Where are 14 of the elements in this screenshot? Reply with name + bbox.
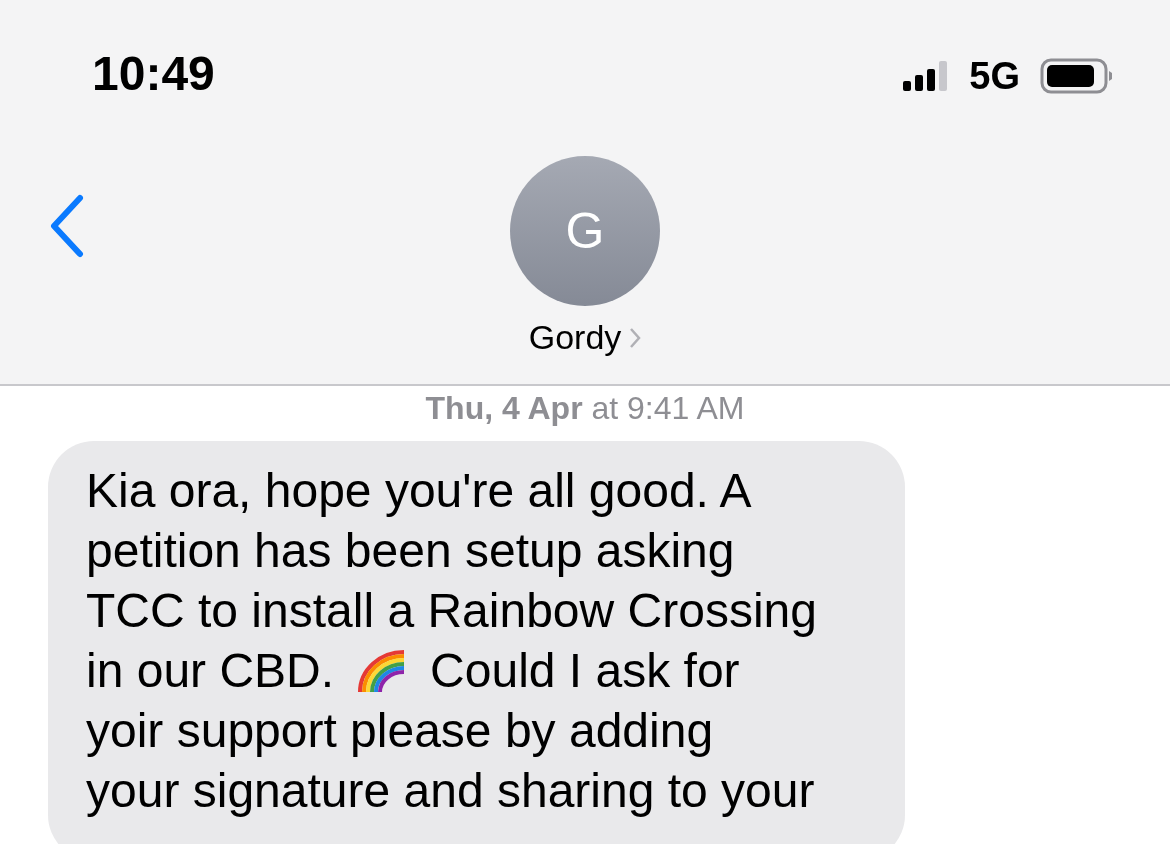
battery-icon: [1040, 58, 1112, 94]
status-time: 10:49: [92, 46, 215, 102]
message-text: petition has been setup asking: [86, 523, 735, 579]
message-text: Could I ask for: [430, 643, 740, 699]
network-label: 5G: [969, 54, 1020, 98]
message-text: in our CBD.: [86, 643, 335, 699]
chevron-icon: [629, 326, 642, 349]
message-text: yoir support please by adding: [86, 703, 714, 759]
contact-name[interactable]: Gordy: [528, 318, 642, 357]
message-text: your signature and sharing to your: [86, 763, 815, 819]
message-timestamp: Thu, 4 Apr at 9:41 AM: [425, 390, 745, 426]
signal-icon: [903, 61, 950, 91]
message-text: TCC to install a Rainbow Crossing: [86, 583, 817, 639]
message-text: Kia ora, hope you're all good. A: [86, 463, 752, 519]
